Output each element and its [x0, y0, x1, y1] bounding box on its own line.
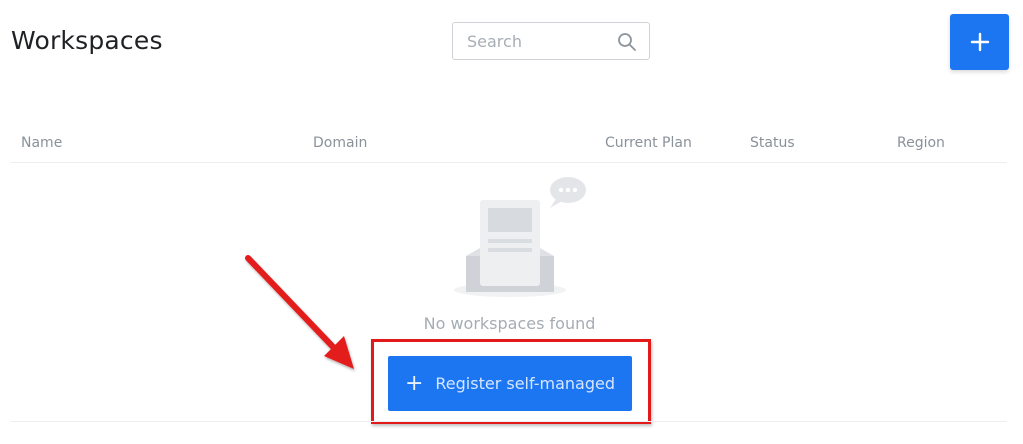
- column-header-current-plan[interactable]: Current Plan: [605, 135, 692, 151]
- column-header-domain[interactable]: Domain: [313, 135, 367, 151]
- column-header-status[interactable]: Status: [750, 135, 795, 151]
- column-header-region[interactable]: Region: [897, 135, 945, 151]
- plus-icon: [970, 32, 989, 52]
- page-title: Workspaces: [11, 26, 163, 55]
- empty-state-message: No workspaces found: [423, 314, 596, 333]
- search-input[interactable]: [453, 23, 627, 59]
- plus-icon: +: [404, 370, 424, 396]
- register-self-managed-button[interactable]: + Register self-managed: [388, 356, 632, 411]
- table-bottom-divider: [11, 421, 1007, 422]
- empty-inbox-illustration: [454, 177, 586, 297]
- annotation-arrow-icon: [245, 255, 354, 369]
- table-header: Name Domain Current Plan Status Region: [11, 124, 1007, 163]
- add-workspace-button[interactable]: [950, 14, 1009, 70]
- search-icon[interactable]: [617, 32, 637, 52]
- register-button-label: Register self-managed: [435, 374, 616, 393]
- search-field[interactable]: [452, 22, 650, 60]
- column-header-name[interactable]: Name: [21, 135, 62, 151]
